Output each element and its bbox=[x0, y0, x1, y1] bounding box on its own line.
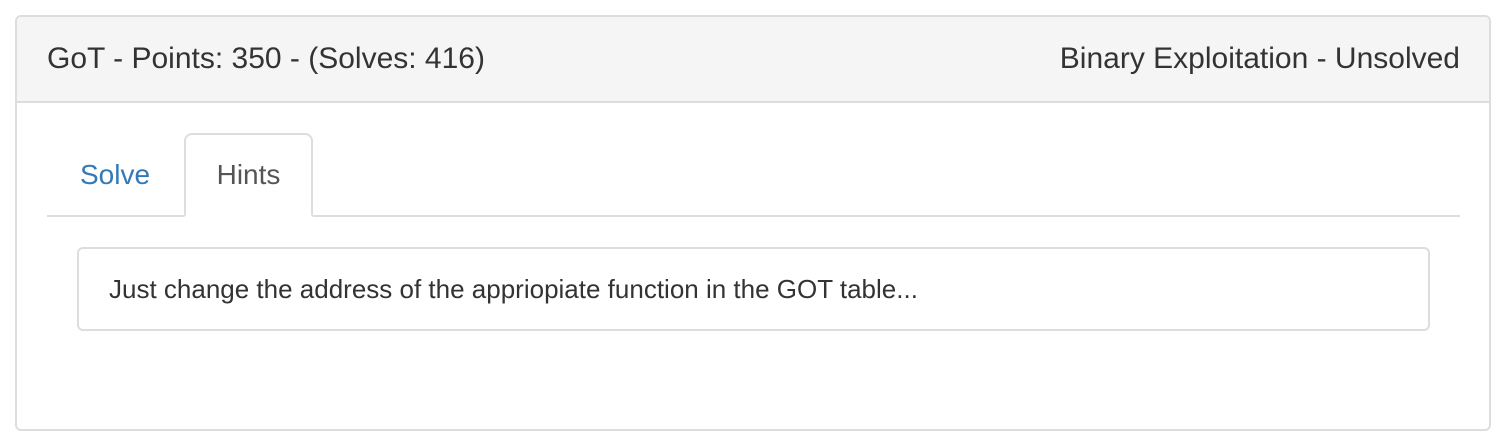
tab-solve[interactable]: Solve bbox=[47, 133, 183, 217]
hint-item: Just change the address of the appriopia… bbox=[77, 247, 1430, 331]
tab-hints[interactable]: Hints bbox=[184, 133, 313, 217]
challenge-title: GoT - Points: 350 - (Solves: 416) bbox=[47, 42, 485, 75]
challenge-body: Solve Hints Just change the address of t… bbox=[17, 133, 1489, 331]
challenge-header[interactable]: GoT - Points: 350 - (Solves: 416) Binary… bbox=[17, 17, 1489, 103]
challenge-panel: GoT - Points: 350 - (Solves: 416) Binary… bbox=[15, 15, 1491, 431]
tab-bar: Solve Hints bbox=[47, 133, 1460, 217]
challenge-category-status: Binary Exploitation - Unsolved bbox=[1059, 42, 1460, 75]
hint-text: Just change the address of the appriopia… bbox=[109, 273, 918, 304]
